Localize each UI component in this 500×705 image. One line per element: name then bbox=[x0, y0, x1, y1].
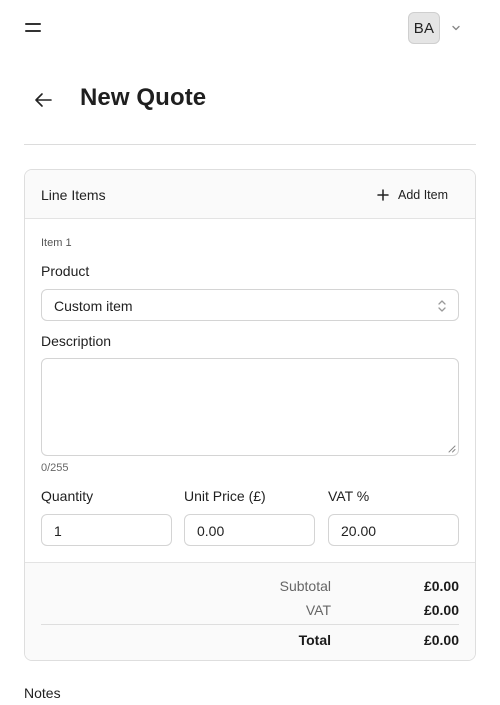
quantity-value: 1 bbox=[54, 523, 62, 539]
add-item-button[interactable]: Add Item bbox=[377, 184, 448, 206]
line-items-card: Line Items Add Item Item 1 Product Custo… bbox=[24, 169, 476, 661]
product-label: Product bbox=[41, 263, 90, 279]
page-title: New Quote bbox=[80, 84, 207, 111]
plus-icon bbox=[377, 189, 389, 201]
unit-price-value: 0.00 bbox=[197, 523, 225, 539]
product-select-value: Custom item bbox=[54, 298, 133, 314]
quantity-label: Quantity bbox=[41, 488, 94, 504]
total-label: Total bbox=[298, 632, 331, 648]
item-label: Item 1 bbox=[41, 237, 72, 249]
arrow-left-icon[interactable] bbox=[32, 90, 54, 110]
vat-percent-input[interactable]: 20.00 bbox=[328, 514, 459, 546]
divider bbox=[24, 144, 476, 145]
chevron-up-down-icon bbox=[438, 300, 446, 312]
description-textarea[interactable] bbox=[41, 358, 459, 456]
total-value: £0.00 bbox=[423, 632, 459, 648]
resize-handle-icon[interactable] bbox=[448, 445, 456, 453]
totals-divider bbox=[41, 624, 459, 625]
menu-icon[interactable] bbox=[24, 20, 44, 36]
vat-total-label: VAT bbox=[305, 602, 331, 618]
quantity-input[interactable]: 1 bbox=[41, 514, 172, 546]
avatar[interactable]: BA bbox=[408, 12, 440, 44]
page-header: New Quote bbox=[24, 74, 476, 126]
add-item-label: Add Item bbox=[398, 188, 449, 202]
description-char-counter: 0/255 bbox=[41, 462, 69, 474]
subtotal-value: £0.00 bbox=[423, 578, 459, 594]
line-items-header: Line Items Add Item bbox=[25, 170, 475, 219]
vat-total-value: £0.00 bbox=[423, 602, 459, 618]
top-bar: BA bbox=[0, 0, 500, 56]
subtotal-label: Subtotal bbox=[279, 578, 331, 594]
notes-label: Notes bbox=[24, 685, 61, 701]
unit-price-label: Unit Price (£) bbox=[184, 488, 266, 504]
product-select[interactable]: Custom item bbox=[41, 289, 459, 321]
vat-percent-value: 20.00 bbox=[341, 523, 377, 539]
unit-price-input[interactable]: 0.00 bbox=[184, 514, 315, 546]
chevron-down-icon[interactable] bbox=[450, 22, 462, 34]
line-items-title: Line Items bbox=[41, 187, 106, 203]
description-label: Description bbox=[41, 333, 112, 349]
vat-percent-label: VAT % bbox=[328, 488, 370, 504]
totals-section: Subtotal £0.00 VAT £0.00 Total £0.00 bbox=[25, 562, 475, 660]
